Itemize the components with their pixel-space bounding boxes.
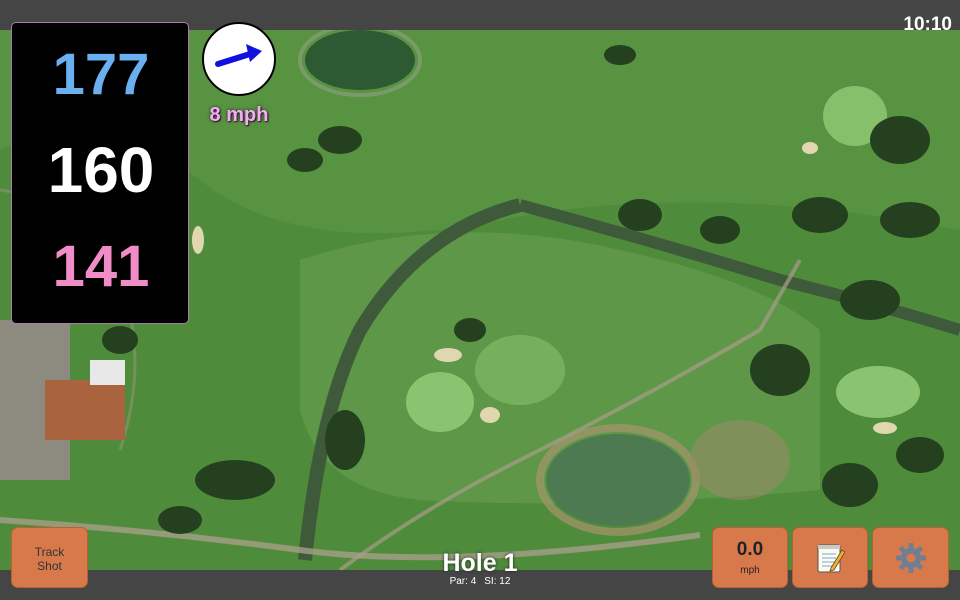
distance-panel: 177 160 141	[11, 22, 189, 324]
speed-unit: mph	[740, 565, 760, 576]
settings-button[interactable]	[872, 527, 949, 588]
track-shot-button[interactable]: Track Shot	[11, 527, 88, 588]
hole-title: Hole 1	[442, 549, 518, 577]
notepad-icon	[817, 544, 845, 572]
wind-speed: 8 mph	[209, 104, 269, 126]
gear-icon	[895, 542, 926, 573]
wind-direction-dial	[202, 22, 276, 96]
track-shot-label-line1: Track	[34, 545, 65, 559]
front-distance: 141	[52, 234, 150, 299]
notes-button[interactable]	[792, 527, 868, 588]
hole-meta: Par: 4 SI: 12	[380, 576, 580, 587]
back-distance: 177	[52, 42, 150, 107]
speed-value: 0.0	[736, 539, 764, 560]
hole-par: Par: 4	[449, 576, 477, 587]
arrow-right-icon	[215, 44, 262, 67]
speed-button[interactable]: 0.0 mph	[712, 527, 788, 588]
track-shot-label-line2: Shot	[37, 559, 62, 573]
hole-stroke-index: SI: 12	[484, 576, 511, 587]
middle-distance: 160	[47, 134, 155, 206]
